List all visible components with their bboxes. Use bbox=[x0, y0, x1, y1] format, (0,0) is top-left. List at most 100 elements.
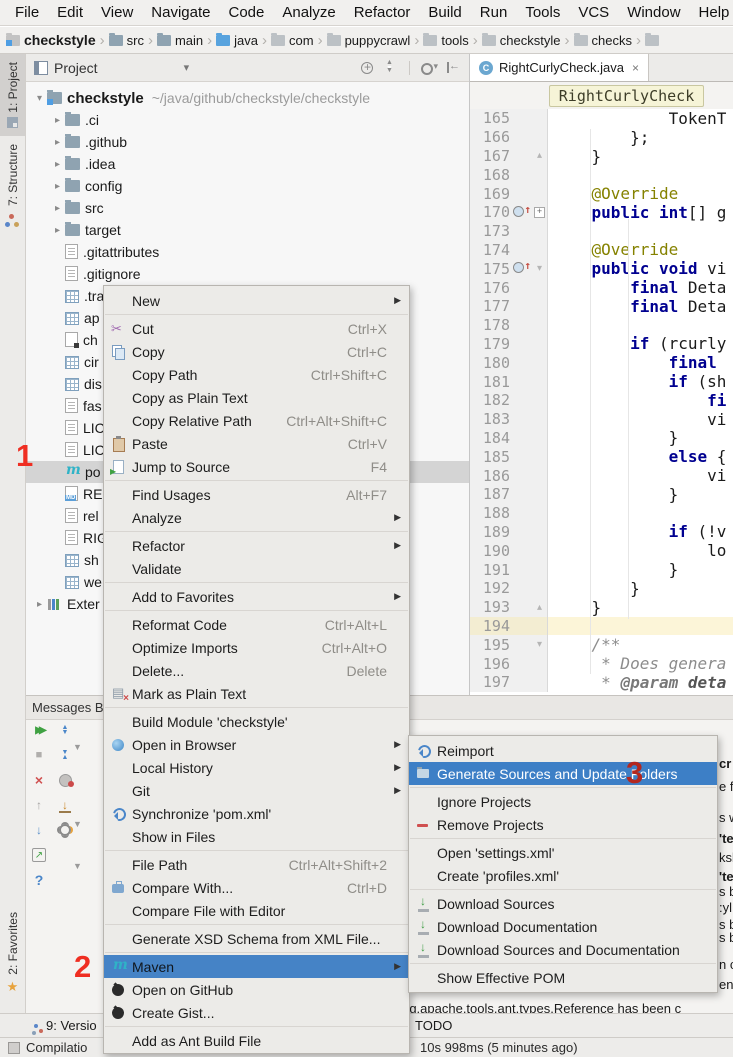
tool-window-tab-favorites[interactable]: 2: Favorites★ bbox=[0, 904, 25, 1003]
context-menu-item-copy-path[interactable]: Copy PathCtrl+Shift+C bbox=[104, 363, 409, 386]
hide-panel-icon[interactable] bbox=[443, 60, 461, 76]
breadcrumb-item[interactable]: java bbox=[216, 33, 258, 48]
tree-item-ci[interactable]: ▸.ci bbox=[26, 109, 469, 131]
menubar-item-window[interactable]: Window bbox=[618, 4, 689, 21]
context-menu-item-optimize-imports[interactable]: Optimize ImportsCtrl+Alt+O bbox=[104, 636, 409, 659]
fold-expand-icon[interactable]: + bbox=[534, 207, 545, 218]
context-menu-item-analyze[interactable]: Analyze▶ bbox=[104, 506, 409, 529]
maven-submenu-item-show-effective-pom[interactable]: Show Effective POM bbox=[409, 966, 717, 989]
expand-arrow-icon[interactable]: ▾ bbox=[32, 93, 47, 104]
breadcrumb-item[interactable]: src bbox=[109, 33, 144, 48]
tree-item-checkstyle[interactable]: ▾checkstyle~/java/github/checkstyle/chec… bbox=[26, 87, 469, 109]
breadcrumb-item[interactable]: com bbox=[271, 33, 314, 48]
fold-marker[interactable]: ▴ bbox=[532, 147, 548, 166]
collapse-triangle-icon[interactable]: ▼ bbox=[73, 742, 82, 752]
menubar-item-view[interactable]: View bbox=[92, 4, 142, 21]
close-icon[interactable]: × bbox=[632, 61, 639, 75]
context-menu-item-file-path[interactable]: File PathCtrl+Alt+Shift+2 bbox=[104, 853, 409, 876]
fold-marker[interactable]: ▾ bbox=[532, 259, 548, 278]
menubar-item-run[interactable]: Run bbox=[471, 4, 517, 21]
context-menu-item-git[interactable]: Git▶ bbox=[104, 779, 409, 802]
tree-item-config[interactable]: ▸config bbox=[26, 175, 469, 197]
menubar-item-navigate[interactable]: Navigate bbox=[142, 4, 219, 21]
chevron-down-icon[interactable]: ▾ bbox=[184, 61, 190, 74]
breadcrumb-item[interactable]: puppycrawl bbox=[327, 33, 411, 48]
context-menu-item-mark-as-plain-text[interactable]: Mark as Plain Text bbox=[104, 682, 409, 705]
expand-arrow-icon[interactable]: ▸ bbox=[50, 203, 65, 214]
menubar-item-build[interactable]: Build bbox=[419, 4, 470, 21]
tab-version-control[interactable]: 9: Versio bbox=[34, 1018, 97, 1033]
fold-marker[interactable]: + bbox=[532, 203, 548, 222]
menubar-item-file[interactable]: File bbox=[6, 4, 48, 21]
override-icon[interactable] bbox=[513, 206, 524, 217]
declaration-breadcrumb[interactable]: RightCurlyCheck bbox=[549, 85, 704, 107]
fold-marker[interactable]: ▴ bbox=[532, 598, 548, 617]
breadcrumb-item[interactable]: main bbox=[157, 33, 203, 48]
menubar-item-edit[interactable]: Edit bbox=[48, 4, 92, 21]
breadcrumb-item[interactable]: checkstyle bbox=[6, 32, 96, 48]
maven-submenu-item-remove-projects[interactable]: Remove Projects bbox=[409, 813, 717, 836]
context-menu-item-find-usages[interactable]: Find UsagesAlt+F7 bbox=[104, 483, 409, 506]
context-menu-item-open-on-github[interactable]: Open on GitHub bbox=[104, 978, 409, 1001]
context-menu-item-reformat-code[interactable]: Reformat CodeCtrl+Alt+L bbox=[104, 613, 409, 636]
override-icon[interactable] bbox=[513, 262, 524, 273]
context-menu-item-create-gist---[interactable]: Create Gist... bbox=[104, 1001, 409, 1024]
expand-arrow-icon[interactable]: ▸ bbox=[32, 599, 47, 610]
context-menu-item-open-in-browser[interactable]: Open in Browser▶ bbox=[104, 733, 409, 756]
context-menu-item-maven[interactable]: Maven▶ bbox=[104, 955, 409, 978]
gear-icon[interactable] bbox=[419, 60, 437, 76]
tree-item-gitignore[interactable]: .gitignore bbox=[26, 263, 469, 285]
context-menu-item-copy-relative-path[interactable]: Copy Relative PathCtrl+Alt+Shift+C bbox=[104, 409, 409, 432]
maven-submenu-item-reimport[interactable]: Reimport bbox=[409, 739, 717, 762]
expand-arrow-icon[interactable]: ▸ bbox=[50, 159, 65, 170]
tree-item-target[interactable]: ▸target bbox=[26, 219, 469, 241]
menubar-item-code[interactable]: Code bbox=[219, 4, 273, 21]
context-menu-item-show-in-files[interactable]: Show in Files bbox=[104, 825, 409, 848]
maven-submenu-item-open--settings-xml-[interactable]: Open 'settings.xml' bbox=[409, 841, 717, 864]
context-menu-item-compare-with---[interactable]: Compare With...Ctrl+D bbox=[104, 876, 409, 899]
context-menu-item-copy[interactable]: CopyCtrl+C bbox=[104, 340, 409, 363]
collapse-triangle-icon[interactable]: ▼ bbox=[73, 819, 82, 829]
collapse-all-icon[interactable] bbox=[382, 60, 400, 76]
breadcrumb-item[interactable]: tools bbox=[423, 33, 468, 48]
context-menu-item-add-to-favorites[interactable]: Add to Favorites▶ bbox=[104, 585, 409, 608]
context-menu-item-cut[interactable]: CutCtrl+X bbox=[104, 317, 409, 340]
maven-submenu-item-download-documentation[interactable]: Download Documentation bbox=[409, 915, 717, 938]
tree-item-idea[interactable]: ▸.idea bbox=[26, 153, 469, 175]
locate-icon[interactable] bbox=[358, 60, 376, 76]
fold-marker[interactable]: ▾ bbox=[532, 635, 548, 654]
context-menu-item-build-module--checkstyle-[interactable]: Build Module 'checkstyle' bbox=[104, 710, 409, 733]
code-area[interactable]: 165 TokenT166 };167▴ }168169 @Override17… bbox=[470, 109, 733, 695]
context-menu-item-compare-file-with-editor[interactable]: Compare File with Editor bbox=[104, 899, 409, 922]
editor-tab[interactable]: C RightCurlyCheck.java × bbox=[470, 54, 649, 81]
tab-todo[interactable]: TODO bbox=[415, 1018, 452, 1033]
context-menu-item-validate[interactable]: Validate bbox=[104, 557, 409, 580]
menubar-item-analyze[interactable]: Analyze bbox=[273, 4, 344, 21]
maven-submenu-item-create--profiles-xml-[interactable]: Create 'profiles.xml' bbox=[409, 864, 717, 887]
expand-arrow-icon[interactable]: ▸ bbox=[50, 137, 65, 148]
maven-submenu-item-ignore-projects[interactable]: Ignore Projects bbox=[409, 790, 717, 813]
menubar-item-help[interactable]: Help bbox=[690, 4, 733, 21]
context-menu-item-synchronize--pom-xml-[interactable]: Synchronize 'pom.xml' bbox=[104, 802, 409, 825]
maven-submenu-item-download-sources[interactable]: Download Sources bbox=[409, 892, 717, 915]
menubar-item-vcs[interactable]: VCS bbox=[569, 4, 618, 21]
expand-arrow-icon[interactable]: ▸ bbox=[50, 181, 65, 192]
context-menu-item-jump-to-source[interactable]: Jump to SourceF4 bbox=[104, 455, 409, 478]
context-menu-item-refactor[interactable]: Refactor▶ bbox=[104, 534, 409, 557]
context-menu-item-local-history[interactable]: Local History▶ bbox=[104, 756, 409, 779]
maven-submenu-item-download-sources-and-documentation[interactable]: Download Sources and Documentation bbox=[409, 938, 717, 961]
maven-submenu-item-generate-sources-and-update-folders[interactable]: Generate Sources and Update Folders bbox=[409, 762, 717, 785]
menubar-item-refactor[interactable]: Refactor bbox=[345, 4, 420, 21]
tree-item-github[interactable]: ▸.github bbox=[26, 131, 469, 153]
collapse-triangle-icon[interactable]: ▼ bbox=[73, 861, 82, 871]
breadcrumb-item[interactable]: checks bbox=[574, 33, 632, 48]
breadcrumb-item[interactable]: checkstyle bbox=[482, 33, 561, 48]
tree-item-gitattributes[interactable]: .gitattributes bbox=[26, 241, 469, 263]
menubar-item-tools[interactable]: Tools bbox=[516, 4, 569, 21]
tree-item-src[interactable]: ▸src bbox=[26, 197, 469, 219]
tool-window-tab-project[interactable]: 1: Project bbox=[0, 54, 25, 136]
context-menu-item-add-as-ant-build-file[interactable]: Add as Ant Build File bbox=[104, 1029, 409, 1052]
tool-window-tab-structure[interactable]: 7: Structure bbox=[0, 136, 25, 235]
expand-arrow-icon[interactable]: ▸ bbox=[50, 115, 65, 126]
context-menu-item-paste[interactable]: PasteCtrl+V bbox=[104, 432, 409, 455]
